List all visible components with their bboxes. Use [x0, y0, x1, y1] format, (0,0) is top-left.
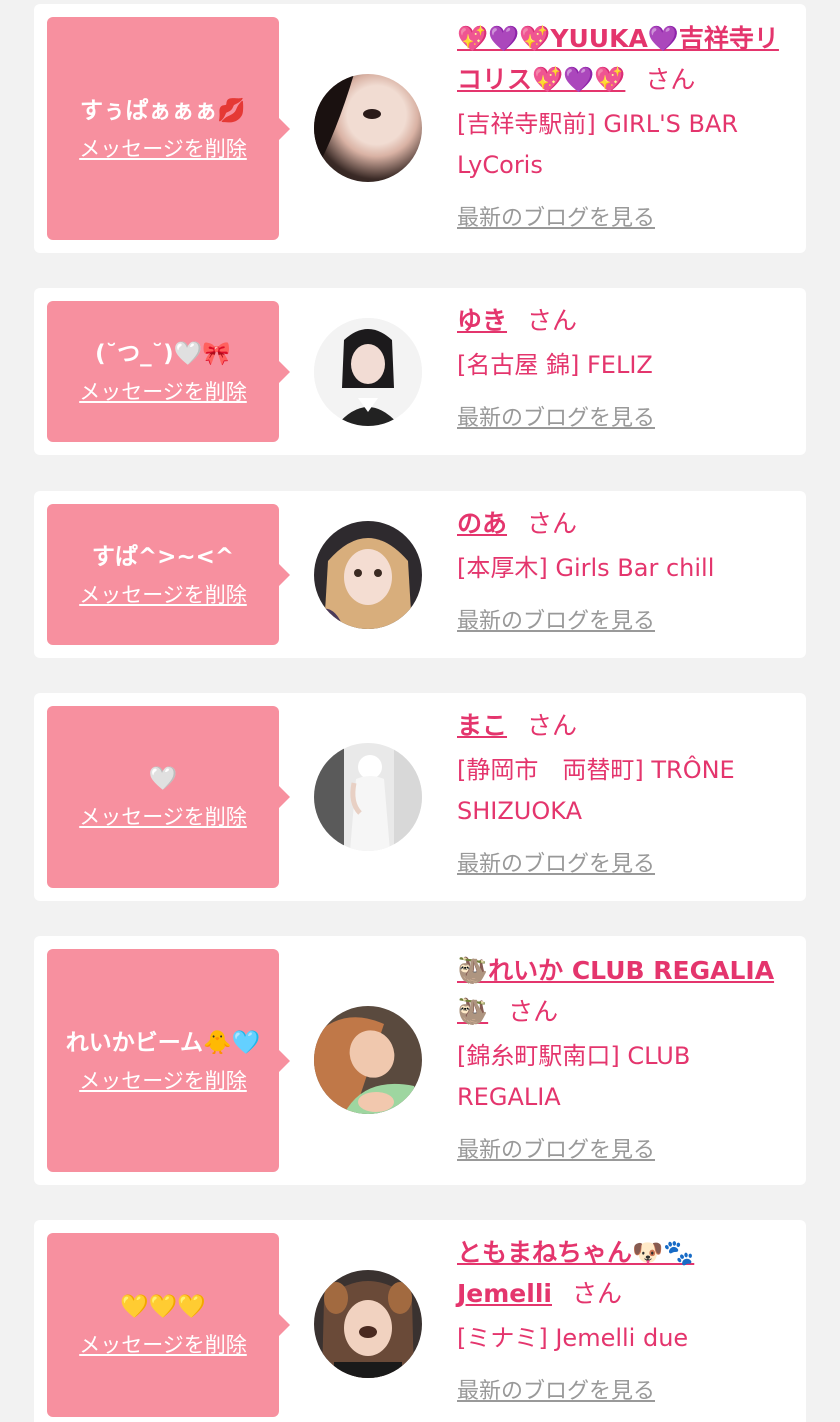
delete-message-link[interactable]: メッセージを削除 [79, 580, 247, 610]
message-text: 💛💛💛 [120, 1294, 206, 1320]
shop-name: [錦糸町駅南口] CLUB REGALIA [457, 1042, 691, 1111]
avatar-image [314, 74, 381, 174]
cast-name-link[interactable]: 🦥れいか CLUB REGALIA🦥 [457, 956, 774, 1026]
message-bubble: れいかビーム🐥🩵 メッセージを削除 [47, 949, 290, 1172]
message-bubble: 💛💛💛 メッセージを削除 [47, 1233, 290, 1417]
message-bubble: (˘つ_˘)🤍🎀 メッセージを削除 [47, 301, 290, 442]
message-bubble: すぅぱぁぁぁ💋 メッセージを削除 [47, 17, 290, 240]
message-text: すぱ^>~<^ [91, 543, 235, 570]
cast-name-link[interactable]: のあ [457, 509, 507, 538]
delete-message-link[interactable]: メッセージを削除 [79, 802, 247, 832]
honorific: さん [571, 1279, 622, 1308]
delete-message-link[interactable]: メッセージを削除 [79, 134, 247, 164]
cast-info: 🦥れいか CLUB REGALIA🦥 さん [錦糸町駅南口] CLUB REGAL… [457, 950, 797, 1166]
shop-name: [静岡市 両替町] TRÔNE SHIZUOKA [457, 756, 735, 825]
cast-info: 💖💜💖YUUKA💜吉祥寺リコリス💖💜💖 さん [吉祥寺駅前] GIRL'S BAR… [457, 18, 797, 234]
avatar[interactable] [314, 74, 422, 182]
message-card: 🤍 メッセージを削除 まこ さん [静岡市 両替町] TRÔNE SHIZUOKA… [34, 693, 806, 901]
delete-message-link[interactable]: メッセージを削除 [79, 1330, 247, 1360]
cast-name-link[interactable]: まこ [457, 711, 507, 740]
cast-name: のあ さん [457, 503, 797, 544]
delete-message-link[interactable]: メッセージを削除 [79, 1066, 247, 1096]
avatar-image [314, 1017, 422, 1114]
message-text: 🤍 [148, 766, 178, 792]
avatar[interactable] [314, 1006, 422, 1114]
view-blog-link[interactable]: 最新のブログを見る [457, 607, 797, 637]
message-card: れいかビーム🐥🩵 メッセージを削除 🦥れいか CLUB REGALIA🦥 さん [… [34, 936, 806, 1185]
cast-info: ゆき さん [名古屋 錦] FELIZ 最新のブログを見る [457, 300, 797, 434]
shop-name: [本厚木] Girls Bar chill [457, 554, 715, 582]
honorific: さん [645, 65, 696, 94]
avatar[interactable] [314, 521, 422, 629]
message-card: すぅぱぁぁぁ💋 メッセージを削除 💖💜💖YUUKA💜吉祥寺リコリス💖💜💖 さん [… [34, 4, 806, 253]
avatar[interactable] [314, 743, 422, 851]
view-blog-link[interactable]: 最新のブログを見る [457, 1377, 797, 1407]
message-card: 💛💛💛 メッセージを削除 ともまねちゃん🐶🐾 Jemelli さん [ミナミ] J… [34, 1220, 806, 1422]
view-blog-link[interactable]: 最新のブログを見る [457, 850, 797, 880]
message-text: れいかビーム🐥🩵 [65, 1029, 261, 1056]
avatar[interactable] [314, 318, 422, 426]
cast-info: のあ さん [本厚木] Girls Bar chill 最新のブログを見る [457, 503, 797, 637]
shop-name: [吉祥寺駅前] GIRL'S BAR LyCoris [457, 110, 739, 179]
shop-name: [名古屋 錦] FELIZ [457, 351, 653, 379]
honorific: さん [527, 509, 578, 538]
view-blog-link[interactable]: 最新のブログを見る [457, 404, 797, 434]
honorific: さん [527, 306, 578, 335]
avatar-image [314, 538, 412, 629]
honorific: さん [508, 997, 559, 1026]
cast-name-link[interactable]: 💖💜💖YUUKA💜吉祥寺リコリス💖💜💖 [457, 24, 779, 94]
avatar[interactable] [314, 1270, 422, 1378]
delete-message-link[interactable]: メッセージを削除 [79, 377, 247, 407]
cast-name: 🦥れいか CLUB REGALIA🦥 さん [457, 950, 797, 1032]
cast-name-link[interactable]: ゆき [457, 306, 507, 335]
avatar-image [314, 318, 422, 426]
avatar-image [322, 1281, 414, 1378]
honorific: さん [527, 711, 578, 740]
message-text: すぅぱぁぁぁ💋 [80, 97, 246, 124]
cast-name: まこ さん [457, 705, 797, 746]
message-text: (˘つ_˘)🤍🎀 [95, 340, 231, 367]
message-card: (˘つ_˘)🤍🎀 メッセージを削除 ゆき さん [名古屋 錦] FELIZ 最新の… [34, 288, 806, 455]
cast-name: ともまねちゃん🐶🐾 Jemelli さん [457, 1232, 797, 1314]
message-bubble: 🤍 メッセージを削除 [47, 706, 290, 888]
message-card: すぱ^>~<^ メッセージを削除 のあ さん [本厚木] Girls Bar ch… [34, 491, 806, 658]
message-bubble: すぱ^>~<^ メッセージを削除 [47, 504, 290, 645]
view-blog-link[interactable]: 最新のブログを見る [457, 204, 797, 234]
view-blog-link[interactable]: 最新のブログを見る [457, 1136, 797, 1166]
shop-name: [ミナミ] Jemelli due [457, 1324, 689, 1352]
cast-info: まこ さん [静岡市 両替町] TRÔNE SHIZUOKA 最新のブログを見る [457, 705, 797, 880]
cast-name: 💖💜💖YUUKA💜吉祥寺リコリス💖💜💖 さん [457, 18, 797, 100]
cast-name: ゆき さん [457, 300, 797, 341]
avatar-image [314, 743, 422, 851]
cast-info: ともまねちゃん🐶🐾 Jemelli さん [ミナミ] Jemelli due 最新… [457, 1232, 797, 1407]
